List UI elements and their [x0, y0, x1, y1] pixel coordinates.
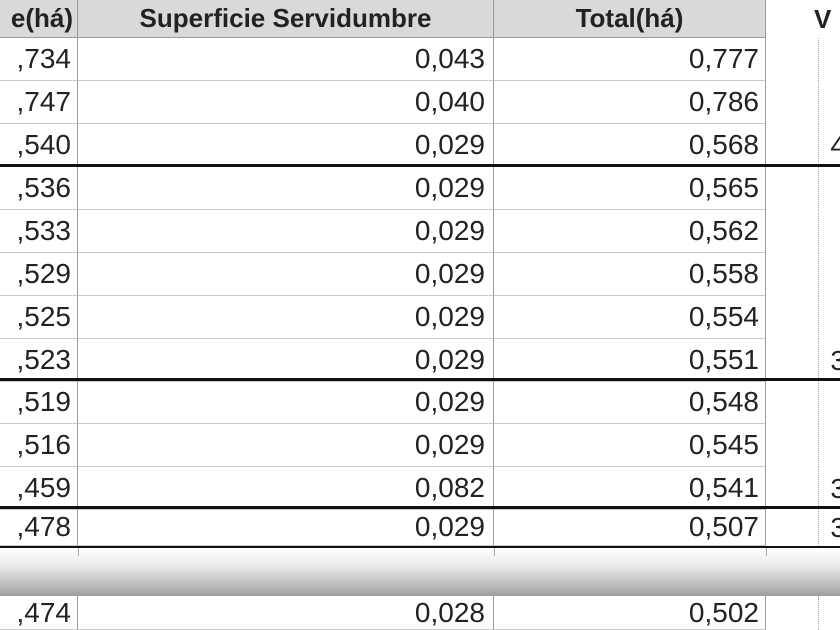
cell[interactable]: ,523 [0, 339, 78, 382]
spreadsheet: e(há) Superficie Servidumbre Total(há) V… [0, 0, 840, 630]
cell[interactable]: 0,558 [494, 253, 766, 296]
cell[interactable]: ,519 [0, 381, 78, 424]
cell[interactable]: 0,786 [494, 81, 766, 124]
cell[interactable]: 0,029 [78, 424, 494, 467]
cell[interactable]: 0,562 [494, 210, 766, 253]
cell[interactable]: 0,545 [494, 424, 766, 467]
column-header-superficie[interactable]: e(há) [0, 0, 78, 38]
cell[interactable]: 0,029 [78, 339, 494, 382]
cell[interactable]: ,747 [0, 81, 78, 124]
column-header-total[interactable]: Total(há) [494, 0, 766, 38]
cell[interactable]: 0,507 [494, 509, 766, 546]
cell[interactable]: 4 [766, 124, 840, 167]
cell[interactable]: 0,029 [78, 296, 494, 339]
cell[interactable]: ,525 [0, 296, 78, 339]
cell [766, 596, 840, 630]
column-header-v[interactable]: V [766, 0, 840, 38]
cell[interactable] [766, 210, 840, 253]
column-header-superficie-servidumbre[interactable]: Superficie Servidumbre [78, 0, 494, 38]
cell[interactable]: ,529 [0, 253, 78, 296]
cell[interactable]: ,516 [0, 424, 78, 467]
cell[interactable]: 0,028 [78, 596, 494, 630]
page-break [0, 548, 840, 596]
cell[interactable]: 0,541 [494, 467, 766, 510]
cell[interactable] [766, 38, 840, 81]
cell[interactable]: 0,082 [78, 467, 494, 510]
cell[interactable] [766, 424, 840, 467]
cell[interactable]: 3 [766, 467, 840, 510]
cell[interactable] [766, 381, 840, 424]
cell[interactable]: ,474 [0, 596, 78, 630]
cell[interactable]: 0,565 [494, 167, 766, 210]
cell[interactable]: 0,551 [494, 339, 766, 382]
cell[interactable] [766, 167, 840, 210]
cell[interactable]: ,459 [0, 467, 78, 510]
cell[interactable]: 0,040 [78, 81, 494, 124]
cell[interactable] [766, 296, 840, 339]
cell[interactable]: 0,029 [78, 210, 494, 253]
cell[interactable]: 0,502 [494, 596, 766, 630]
cell[interactable]: 0,029 [78, 167, 494, 210]
cell[interactable]: 3 [766, 339, 840, 382]
cell[interactable]: ,540 [0, 124, 78, 167]
cell[interactable]: 3 [766, 509, 840, 546]
cell[interactable]: 0,548 [494, 381, 766, 424]
cell[interactable]: 0,777 [494, 38, 766, 81]
cell[interactable]: 0,029 [78, 253, 494, 296]
cell[interactable]: ,478 [0, 509, 78, 546]
cell[interactable]: 0,043 [78, 38, 494, 81]
cell[interactable] [766, 253, 840, 296]
cell[interactable]: 0,554 [494, 296, 766, 339]
cell[interactable]: ,734 [0, 38, 78, 81]
cell[interactable]: 0,568 [494, 124, 766, 167]
cell[interactable]: 0,029 [78, 509, 494, 546]
cell[interactable]: 0,029 [78, 124, 494, 167]
cell[interactable] [766, 81, 840, 124]
cell[interactable]: ,536 [0, 167, 78, 210]
cell[interactable]: ,533 [0, 210, 78, 253]
cell[interactable]: 0,029 [78, 381, 494, 424]
